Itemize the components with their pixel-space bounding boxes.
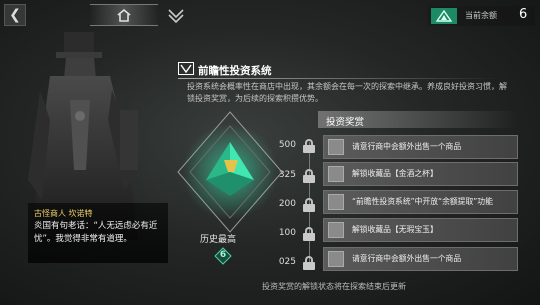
rewards-title: 投资奖赏 (318, 111, 518, 128)
history-high-value: 6 (219, 250, 227, 260)
lock-icon (303, 198, 315, 212)
lock-icon (303, 139, 315, 153)
threshold-value: 025 (278, 257, 296, 267)
history-high-label: 历史最高 (200, 235, 237, 245)
reward-text: 请意行商中会额外出售一个商品 (352, 254, 462, 263)
currency-display: 当前余额 6 (427, 6, 535, 26)
currency-label: 当前余额 (465, 11, 497, 20)
reward-item-icon (328, 166, 344, 182)
reward-text: “前瞻性投资系统”中开放“余额提取”功能 (352, 197, 493, 206)
home-icon (117, 8, 131, 22)
reward-item[interactable]: 请意行商中会额外出售一个商品 (323, 135, 518, 159)
reward-item[interactable]: “前瞻性投资系统”中开放“余额提取”功能 (323, 190, 518, 214)
lock-icon (303, 227, 315, 241)
lock-icon (303, 256, 315, 270)
threshold-value: 500 (278, 140, 296, 150)
system-description: 投资系统会概率性在商店中出现，其余额会在每一次的探索中继承。养成良好投资习惯，解… (187, 82, 507, 103)
triangle-coin-icon (431, 8, 457, 24)
merchant-name: 古怪商人 坎诺特 (34, 209, 93, 218)
footer-note: 投资奖赏的解锁状态将在探索结束后更新 (262, 282, 406, 291)
expand-menu-icon[interactable] (166, 5, 186, 25)
merchant-quote: 炎国有句老话：“人无远虑必有近忧”。我觉得非常有道理。 (34, 221, 158, 244)
threshold-value: 200 (278, 199, 296, 209)
reward-item[interactable]: 解锁收藏品【金酒之杯】 (323, 162, 518, 186)
back-button[interactable]: ❮ (4, 4, 26, 26)
reward-item-icon (328, 222, 344, 238)
reward-item[interactable]: 请意行商中会额外出售一个商品 (323, 247, 518, 271)
home-button[interactable] (90, 4, 158, 26)
threshold-value: 325 (278, 170, 296, 180)
reward-text: 解锁收藏品【金酒之杯】 (352, 169, 438, 178)
reward-text: 解锁收藏品【无瑕宝玉】 (352, 225, 438, 234)
reward-item[interactable]: 解锁收藏品【无瑕宝玉】 (323, 218, 518, 242)
divider (178, 78, 500, 79)
reward-text: 请意行商中会额外出售一个商品 (352, 142, 462, 151)
lock-icon (303, 169, 315, 183)
currency-value: 6 (519, 7, 528, 22)
chevron-left-icon: ❮ (9, 7, 21, 23)
reward-item-icon (328, 251, 344, 267)
threshold-value: 100 (278, 228, 296, 238)
merchant-dialog: 古怪商人 坎诺特 炎国有句老话：“人无远虑必有近忧”。我觉得非常有道理。 (28, 203, 168, 263)
reward-item-icon (328, 194, 344, 210)
top-bar: ❮ 当前余额 6 (0, 0, 540, 30)
system-title: 前瞻性投资系统 (198, 65, 272, 77)
investment-system-icon (178, 62, 194, 75)
reward-item-icon (328, 139, 344, 155)
